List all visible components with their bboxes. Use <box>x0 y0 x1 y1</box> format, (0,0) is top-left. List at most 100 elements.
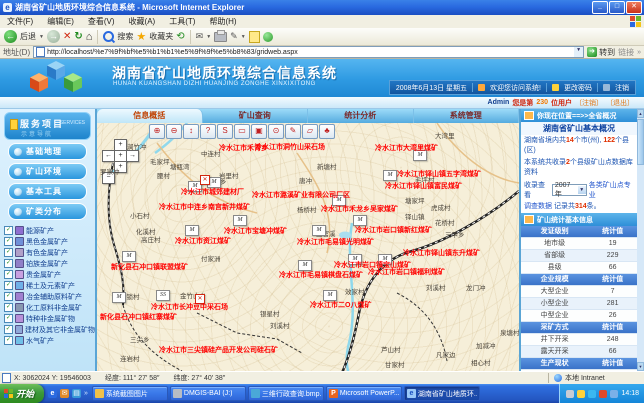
menu-item[interactable]: 文件(F) <box>0 16 40 27</box>
draw-button[interactable]: ✎ <box>285 124 301 139</box>
mine-label[interactable]: 冷水江市岩口镇福利煤矿 <box>368 267 445 277</box>
checkbox-checked[interactable]: ✓ <box>4 259 13 268</box>
scroll-up-icon[interactable]: ▲ <box>637 109 644 118</box>
refresh-button[interactable]: ↻ <box>74 31 82 42</box>
volume-tray-icon[interactable] <box>610 390 618 398</box>
sidebar-button[interactable]: 矿山环境 <box>8 163 87 180</box>
quicklaunch-chevron-icon[interactable]: » <box>84 390 88 397</box>
print-button[interactable] <box>214 32 227 42</box>
identify-button[interactable]: ⊙ <box>268 124 284 139</box>
map-marker[interactable]: M <box>185 225 199 236</box>
map-marker[interactable]: M <box>122 251 136 262</box>
sidebar-button[interactable]: 矿类分布 <box>8 203 87 220</box>
stop-button[interactable]: ✕ <box>63 31 71 42</box>
pan-button[interactable]: ↕ <box>183 124 199 139</box>
menu-item[interactable]: 编辑(E) <box>40 16 81 27</box>
history-button[interactable]: ⟲ <box>176 31 184 42</box>
map-marker[interactable]: M <box>233 215 247 226</box>
edit-button[interactable]: ✎ <box>230 31 238 42</box>
mine-label[interactable]: 新化县石冲口镇红寨煤矿 <box>100 312 177 322</box>
tab-info-overview[interactable]: 信息概括 <box>97 109 203 123</box>
checkbox-checked[interactable]: ✓ <box>4 226 13 235</box>
minimize-button[interactable]: _ <box>592 1 608 14</box>
layer-item[interactable]: ✓稀土及元素矿产 <box>4 280 95 291</box>
tab-system-management[interactable]: 系统管理 <box>414 109 520 123</box>
pan-right-button[interactable]: → <box>126 150 139 162</box>
clock[interactable]: 14:18 <box>621 390 639 397</box>
checkbox-checked[interactable]: ✓ <box>4 248 13 257</box>
taskbar-task[interactable]: DMGIS-BAI (J:) <box>170 386 246 401</box>
sidebar-button[interactable]: 基础地理 <box>8 143 87 160</box>
mine-label[interactable]: 冷水江市洞竹山采石场 <box>255 142 325 152</box>
map-marker[interactable]: ✕ <box>200 175 210 185</box>
go-button[interactable]: ➜ 转到 <box>587 47 615 58</box>
mail-dropdown-icon[interactable]: ▼ <box>206 34 211 40</box>
logout-link[interactable]: 注销 <box>615 83 629 93</box>
menu-item[interactable]: 工具(T) <box>162 16 202 27</box>
taskbar-task[interactable]: PMicrosoft PowerP... <box>326 386 402 401</box>
stat-text[interactable]: 调查数据 <box>524 203 552 210</box>
taskbar-task[interactable]: 三维行政查询.bmp... <box>248 386 324 401</box>
security-tray-icon[interactable] <box>599 390 607 398</box>
start-button[interactable]: 开始 <box>0 384 44 403</box>
address-input[interactable]: http://localhost/%e7%9f%bf%e5%b1%b1%e5%9… <box>33 46 584 58</box>
address-dropdown-icon[interactable]: ▼ <box>574 47 583 57</box>
layer-item[interactable]: ✓能源矿产 <box>4 225 95 236</box>
mine-label[interactable]: 冷水江市二O八煤矿 <box>310 300 371 310</box>
layer-item[interactable]: ✓有色金属矿产 <box>4 247 95 258</box>
menu-item[interactable]: 帮助(H) <box>202 16 243 27</box>
mine-label[interactable]: 冷水江市城郊建材厂 <box>181 187 244 197</box>
checkbox-checked[interactable]: ✓ <box>4 237 13 246</box>
menu-item[interactable]: 查看(V) <box>81 16 122 27</box>
card-tray-icon[interactable] <box>577 390 585 398</box>
home-button[interactable]: ⌂ <box>86 31 93 43</box>
back-dropdown-icon[interactable]: ▼ <box>39 34 44 40</box>
stop-button[interactable]: S <box>217 124 233 139</box>
mine-label[interactable]: 冷水江市毛易镇棋盘石煤矿 <box>279 270 363 280</box>
taskbar-task[interactable]: 系统截图图片 <box>92 386 168 401</box>
mine-label[interactable]: 冷水江市长冲豆中采石场 <box>151 302 228 312</box>
ie-quicklaunch-icon[interactable]: e <box>48 389 57 398</box>
map-marker[interactable]: M <box>383 170 397 181</box>
mine-label[interactable]: 冷水江市中连乡南宫新井煤矿 <box>159 202 250 212</box>
layer-item[interactable]: ✓化工原料非金属矿 <box>4 302 95 313</box>
checkbox-checked[interactable]: ✓ <box>4 336 13 345</box>
messenger-button[interactable] <box>263 32 273 42</box>
mail-button[interactable]: ✉ <box>196 31 204 42</box>
zoom-out-button[interactable]: ⊖ <box>166 124 182 139</box>
erase-button[interactable]: ▱ <box>302 124 318 139</box>
mine-label[interactable]: 冷水江市毛易镇光明煤矿 <box>297 237 374 247</box>
sidebar-button[interactable]: 基本工具 <box>8 183 87 200</box>
discuss-button[interactable] <box>249 31 260 43</box>
select-clear-button[interactable]: ▣ <box>251 124 267 139</box>
layer-item[interactable]: ✓贵金属矿产 <box>4 269 95 280</box>
change-password-link[interactable]: 更改密码 <box>564 83 592 93</box>
scrollbar-thumb[interactable] <box>637 119 644 165</box>
tab-statistical-analysis[interactable]: 统计分析 <box>308 109 414 123</box>
year-select[interactable]: 2007年 ▼ <box>552 184 587 196</box>
scroll-down-icon[interactable]: ▼ <box>637 362 644 371</box>
favorites-icon[interactable]: ★ <box>136 30 146 43</box>
mine-label[interactable]: 冷水江市铎山镇五字湾煤矿 <box>397 169 481 179</box>
checkbox-checked[interactable]: ✓ <box>4 325 13 334</box>
checkbox-checked[interactable]: ✓ <box>4 281 13 290</box>
back-button[interactable]: ← <box>4 30 17 43</box>
mine-label[interactable]: 新化县石冲口镇联盟煤矿 <box>111 262 188 272</box>
map-marker[interactable]: SS <box>156 290 170 301</box>
map-marker[interactable]: M <box>112 292 126 303</box>
mine-label[interactable]: 冷水江市宝塘冲煤矿 <box>224 226 287 236</box>
layer-item[interactable]: ✓铂族金属矿产 <box>4 258 95 269</box>
menu-item[interactable]: 收藏(A) <box>122 16 163 27</box>
window-titlebar[interactable]: e 湖南省矿山地质环境综合信息系统 - Microsoft Internet E… <box>0 0 644 15</box>
mine-label[interactable]: 冷水江市大湾里煤矿 <box>375 143 438 153</box>
edit-dropdown-icon[interactable]: ▼ <box>241 34 246 40</box>
vertical-scrollbar[interactable]: ▲ ▼ <box>637 109 644 371</box>
desktop-quicklaunch-icon[interactable]: ▤ <box>72 389 81 398</box>
checkbox-checked[interactable]: ✓ <box>4 314 13 323</box>
mine-label[interactable]: 冷水江市资江煤矿 <box>175 236 231 246</box>
mail-quicklaunch-icon[interactable]: ✉ <box>60 389 69 398</box>
logout-button[interactable]: 〔注销〕 <box>575 98 603 108</box>
checkbox-checked[interactable]: ✓ <box>4 270 13 279</box>
legend-button[interactable]: ♣ <box>319 124 335 139</box>
map-marker[interactable]: M <box>312 225 326 236</box>
